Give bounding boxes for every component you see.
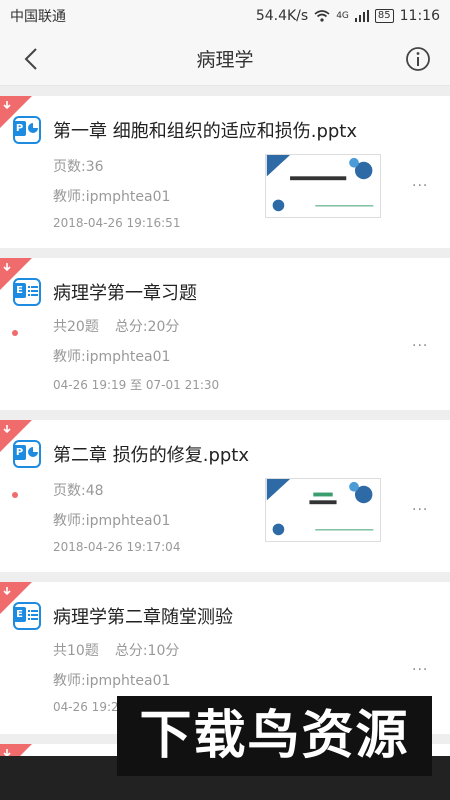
- status-bar: 中国联通 54.4K/s 4G 85 11:16: [0, 0, 450, 32]
- carrier-label: 中国联通: [10, 9, 66, 25]
- item-title: 病理学第一章习题: [53, 283, 197, 304]
- slide-thumbnail[interactable]: [265, 478, 381, 542]
- item-date: 04-26 19:19 至 07-01 21:30: [53, 378, 220, 392]
- pptx-file-icon: P: [13, 440, 41, 468]
- status-right: 54.4K/s 4G 85 11:16: [256, 8, 440, 24]
- network-speed: 54.4K/s: [255, 8, 309, 24]
- unread-dot: [12, 492, 18, 498]
- teacher-label: 教师:ipmphtea01: [53, 349, 171, 365]
- slide-thumbnail[interactable]: [265, 154, 381, 218]
- watermark-logo: 下载鸟资源: [117, 696, 432, 776]
- item-stats: 共10题 总分:10分: [53, 640, 179, 660]
- nav-bar: 病理学: [0, 32, 450, 86]
- more-options-icon[interactable]: ···: [412, 662, 428, 678]
- unread-dot: [12, 330, 18, 336]
- teacher-label: 教师:ipmphtea01: [53, 189, 171, 205]
- item-date: 2018-04-26 19:17:04: [53, 540, 181, 554]
- item-title: 病理学第二章随堂测验: [53, 607, 233, 628]
- item-stats: 共20题 总分:20分: [53, 316, 179, 336]
- teacher-label: 教师:ipmphtea01: [53, 673, 171, 689]
- page-count: 页数:36: [53, 159, 104, 175]
- question-count: 共20题: [53, 319, 99, 335]
- pptx-file-icon: P: [13, 116, 41, 144]
- more-options-icon[interactable]: ···: [412, 178, 428, 194]
- network-type: 4G: [336, 11, 349, 21]
- chevron-left-icon[interactable]: [18, 45, 46, 73]
- page-title: 病理学: [196, 49, 254, 71]
- list-item[interactable]: P 第二章 损伤的修复.pptx 页数:48 教师:ipmphtea01 201…: [0, 420, 450, 572]
- question-count: 共10题: [53, 643, 99, 659]
- clock: 11:16: [399, 8, 440, 24]
- item-date: 2018-04-26 19:16:51: [53, 216, 181, 230]
- teacher-label: 教师:ipmphtea01: [53, 513, 171, 529]
- exercise-file-icon: E: [13, 602, 41, 630]
- item-date: 04-26 19:20: [53, 700, 127, 714]
- wifi-icon: [314, 10, 330, 22]
- list-item[interactable]: P 第一章 细胞和组织的适应和损伤.pptx 页数:36 教师:ipmphtea…: [0, 96, 450, 248]
- battery-indicator: 85: [374, 9, 394, 23]
- item-title: 第二章 损伤的修复.pptx: [53, 445, 250, 466]
- exercise-file-icon: E: [13, 278, 41, 306]
- item-title: 第一章 细胞和组织的适应和损伤.pptx: [53, 121, 358, 142]
- list-item[interactable]: E 病理学第一章习题 共20题 总分:20分 教师:ipmphtea01 04-2…: [0, 258, 450, 410]
- info-icon[interactable]: [404, 45, 432, 73]
- total-score: 总分:20分: [114, 319, 180, 335]
- more-options-icon[interactable]: ···: [412, 502, 428, 518]
- total-score: 总分:10分: [114, 643, 180, 659]
- more-options-icon[interactable]: ···: [412, 338, 428, 354]
- course-material-list: P 第一章 细胞和组织的适应和损伤.pptx 页数:36 教师:ipmphtea…: [0, 86, 450, 800]
- signal-icon: [354, 10, 369, 22]
- page-count: 页数:48: [53, 483, 104, 499]
